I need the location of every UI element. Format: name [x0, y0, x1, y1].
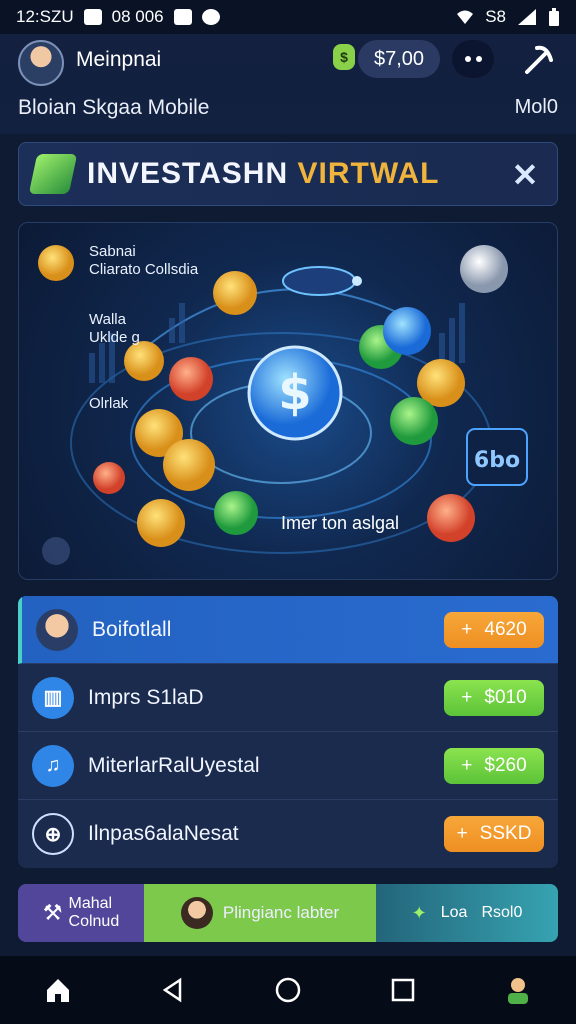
balance-button[interactable]: $7,00	[358, 40, 440, 78]
list-item[interactable]: ⊕ Ilnpas6alaNesat + SSKD	[18, 800, 558, 868]
amount-button[interactable]: + $010	[444, 680, 544, 716]
list-item-label: Imprs S1laD	[88, 685, 204, 709]
music-icon: ♫	[32, 744, 74, 787]
hero-illustration: $ 6bo Sabnai Cliarato Collsdia Walla Ukl…	[18, 222, 558, 580]
more-options-button[interactable]	[452, 40, 494, 78]
user-avatar[interactable]	[18, 40, 64, 86]
hero-label-2a: Walla	[89, 311, 126, 328]
header-link[interactable]: Mol0	[515, 96, 558, 119]
status-right-text: S8	[485, 7, 506, 26]
amount-button[interactable]: +4620	[444, 612, 544, 648]
investment-list: Boifotlall +4620 ▥ Imprs S1laD + $010 ♫ M…	[18, 596, 558, 868]
back-icon[interactable]	[153, 970, 193, 1010]
status-notification-text: 08 006	[111, 7, 164, 26]
status-bar: 12:SZU 08 006 S8	[0, 0, 576, 34]
tab-plingianc[interactable]: Plingianc labter	[144, 884, 376, 942]
hero-caption: Imer ton aslgal	[281, 513, 400, 533]
list-item[interactable]: ▥ Imprs S1laD + $010	[18, 664, 558, 732]
app-subtitle: Bloian Skgaa Mobile	[18, 96, 210, 119]
banner-title: INVESTASHN VIRTWAL	[87, 157, 440, 190]
list-item[interactable]: Boifotlall +4620	[18, 596, 558, 664]
home-circle-icon[interactable]	[268, 970, 308, 1010]
hero-label-1b: Cliarato Collsdia	[89, 261, 199, 278]
home-icon[interactable]	[38, 970, 78, 1010]
status-time: 12:SZU	[16, 7, 74, 26]
hero-label-1a: Sabnai	[89, 243, 136, 260]
notification-icon	[83, 9, 102, 25]
record-notification-icon	[201, 9, 220, 25]
username: Meinpnai	[76, 48, 162, 71]
svg-text:$: $	[278, 365, 311, 421]
list-item[interactable]: ♫ MiterlarRalUyestal + $260	[18, 732, 558, 800]
battery-icon	[549, 8, 559, 26]
target-icon: ⊕	[32, 813, 74, 855]
list-item-label: Ilnpas6alaNesat	[88, 822, 239, 845]
hero-label-2b: Uklde g	[89, 329, 140, 346]
system-navbar	[0, 956, 576, 1024]
profile-icon[interactable]	[498, 970, 538, 1010]
close-icon[interactable]: ✕	[505, 155, 545, 195]
image-notification-icon	[173, 9, 192, 25]
hero-label-3: Olrlak	[89, 395, 129, 412]
coin-icon: $	[333, 44, 355, 70]
chart-icon: ▥	[32, 676, 74, 719]
avatar-icon	[180, 897, 213, 929]
investment-banner: INVESTASHN VIRTWAL ✕	[18, 142, 558, 206]
list-item-label: Boifotlall	[92, 617, 172, 641]
gift-icon: ✦	[411, 902, 427, 923]
recents-icon[interactable]	[383, 970, 423, 1010]
tab-mahal[interactable]: ⚒ Mahal Colnud	[18, 884, 144, 942]
avatar-icon	[36, 608, 78, 651]
amount-button[interactable]: + $260	[444, 748, 544, 784]
signal-icon	[518, 9, 536, 25]
pickaxe-icon[interactable]	[516, 40, 560, 78]
amount-button[interactable]: + SSKD	[444, 816, 544, 852]
hammer-icon: ⚒	[42, 900, 63, 925]
list-item-label: MiterlarRalUyestal	[88, 753, 260, 777]
tab-loa[interactable]: ✦ Loa Rsol0	[376, 884, 558, 942]
app-header: Meinpnai $ $7,00 Bloian Skgaa Mobile Mol…	[0, 34, 576, 134]
leaf-icon	[28, 154, 78, 194]
bottom-tabs: ⚒ Mahal Colnud Plingianc labter ✦ Loa Rs…	[18, 884, 558, 942]
wifi-icon	[457, 10, 474, 24]
cube-text: 6bo	[474, 448, 520, 473]
